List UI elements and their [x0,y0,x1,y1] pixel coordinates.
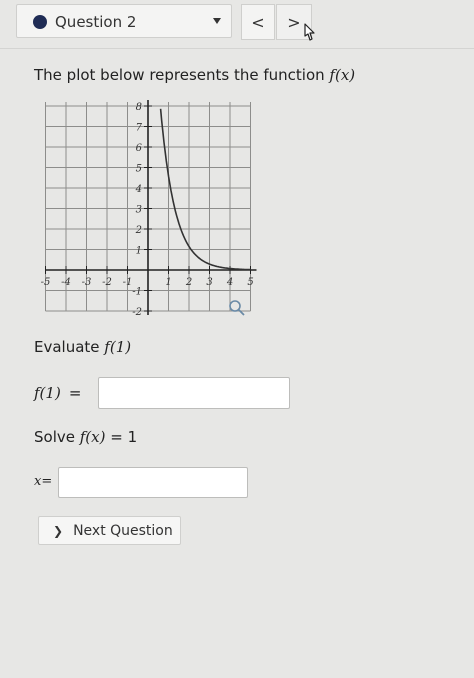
answer1-expression: f(1) [34,384,61,402]
y-tick-label: 5 [136,164,142,175]
x-tick-label: 1 [165,277,171,288]
solve-text: Solve [34,428,80,446]
x-tick-label: -4 [61,277,71,288]
prompt-function: f(x) [329,66,356,84]
x-tick-label: -2 [102,277,112,288]
y-tick-label: -1 [132,287,142,298]
x-tick-label: 4 [226,277,233,288]
current-question-dot-icon [33,15,47,29]
x-tick-label: -3 [82,277,92,288]
solve-equals: = 1 [110,428,138,446]
f1-answer-input[interactable] [98,377,290,409]
answer1-equals: = [68,384,82,402]
chevron-left-icon: < [251,12,265,32]
x-tick-label: -5 [41,277,51,288]
question-body: The plot below represents the function f… [0,48,474,678]
mouse-cursor-icon [304,23,315,41]
x-answer-input[interactable] [58,467,248,498]
chevron-right-icon: ❯ [53,523,64,538]
x-tick-label: 2 [185,277,192,288]
dropdown-caret-icon [213,18,221,24]
chevron-right-icon: > [287,12,301,32]
magnifier-icon[interactable] [229,300,245,316]
prompt-text: The plot below represents the function [34,66,330,84]
function-curve [159,108,251,271]
x-tick-label: -1 [123,277,133,288]
next-question-button[interactable]: ❯ Next Question [38,516,181,545]
y-tick-label: 4 [135,184,142,195]
question-header: Question 2 < > [0,0,474,49]
answer1-label: f(1) = [34,384,81,402]
next-question-label: Next Question [73,522,173,539]
y-tick-label: 2 [135,225,142,236]
y-tick-label: 8 [136,102,142,113]
evaluate-expression: f(1) [104,338,132,356]
x-tick-label: 5 [247,277,253,288]
solve-instruction: Solve f(x) = 1 [34,428,137,446]
graph-axes [45,100,257,315]
y-tick-label: -2 [132,307,142,318]
y-tick-label: 1 [136,246,142,257]
graph-tick-labels: -5 -4 -3 -2 -1 1 2 3 4 5 8 7 6 5 4 3 2 1 -1 -2 [41,102,254,318]
question-prompt: The plot below represents the function f… [34,66,355,84]
solve-expression: f(x) [79,428,106,446]
question-label: Question 2 [55,13,137,31]
y-tick-label: 7 [136,123,143,134]
question-selector[interactable]: Question 2 [16,4,232,38]
evaluate-instruction: Evaluate f(1) [34,338,131,356]
previous-question-button[interactable]: < [241,4,275,40]
x-tick-label: 3 [206,277,212,288]
function-graph: -5 -4 -3 -2 -1 1 2 3 4 5 8 7 6 5 4 3 2 1 -1 -2 [41,100,257,318]
answer2-label: x= [34,474,53,489]
y-tick-label: 3 [136,205,142,216]
y-tick-label: 6 [136,143,143,154]
evaluate-text: Evaluate [34,338,105,356]
